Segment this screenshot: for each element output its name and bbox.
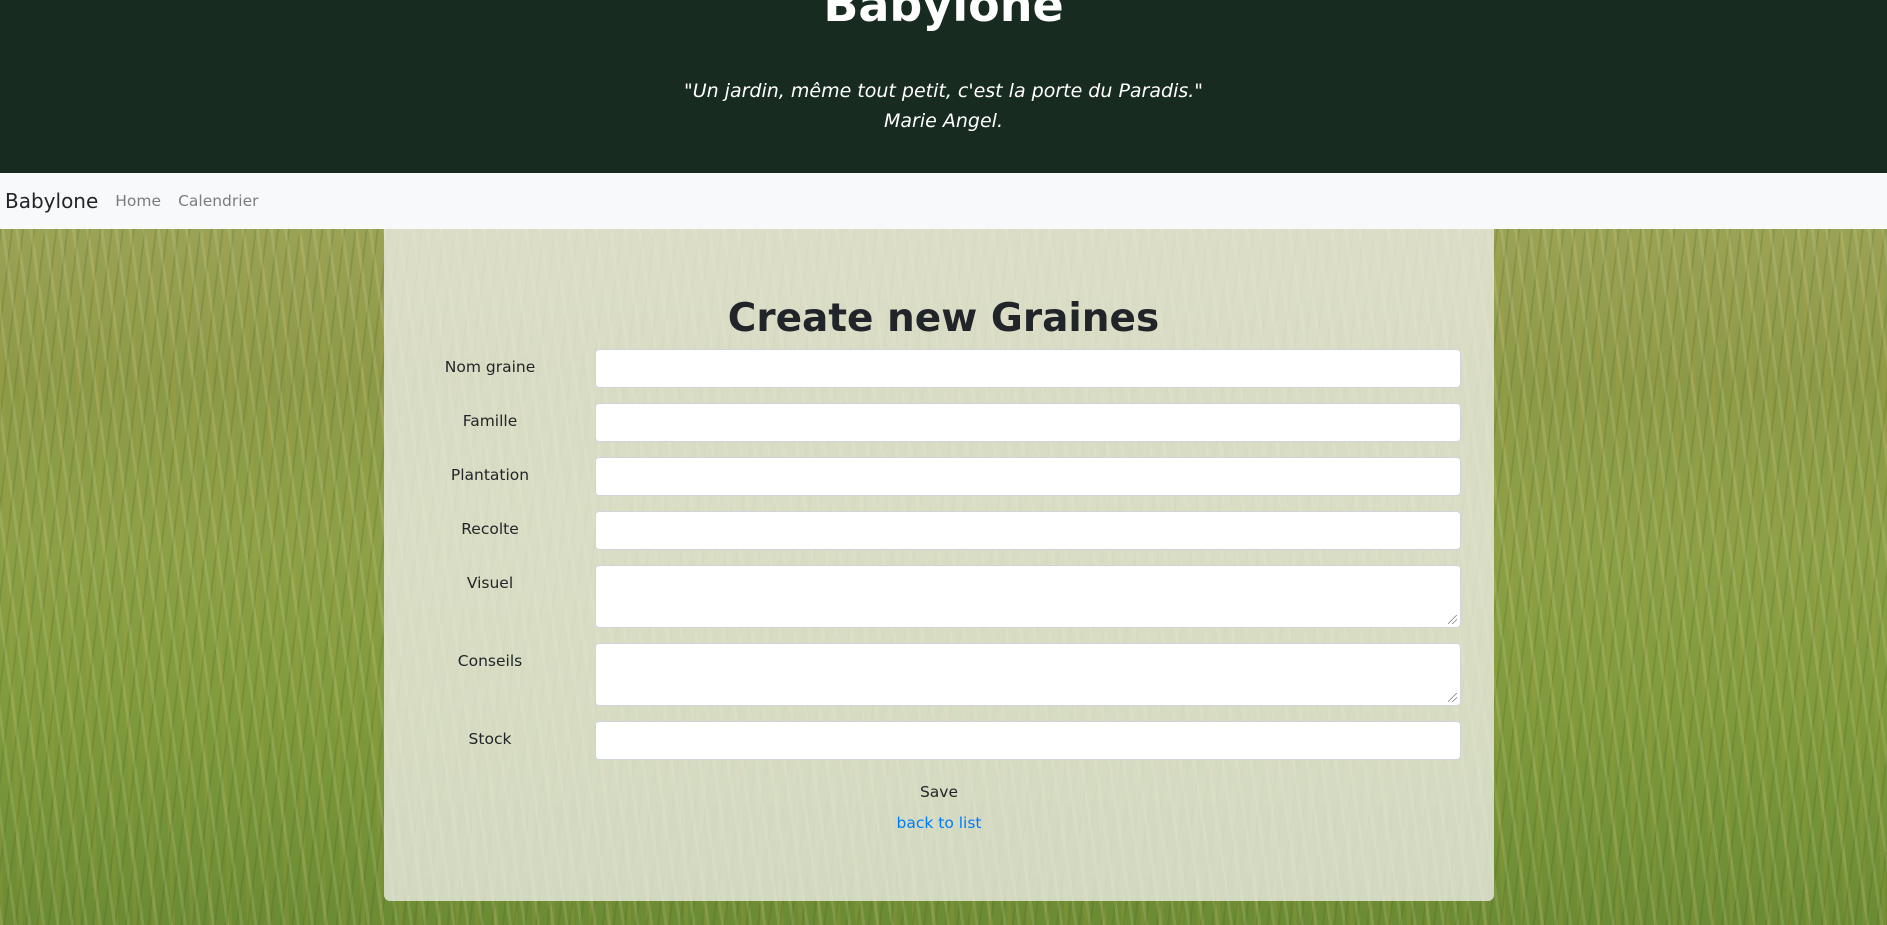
save-button[interactable]: Save: [900, 783, 978, 801]
label-visuel: Visuel: [466, 574, 514, 592]
recolte-input[interactable]: [595, 511, 1461, 550]
quote-author: Marie Angel.: [884, 110, 1003, 132]
nav-link-calendrier[interactable]: Calendrier: [178, 192, 258, 210]
quote-block: "Un jardin, même tout petit, c'est la po…: [0, 76, 1887, 136]
visuel-textarea[interactable]: [595, 565, 1461, 628]
page: Babylone "Un jardin, même tout petit, c'…: [0, 0, 1887, 925]
back-to-list-link[interactable]: back to list: [880, 814, 998, 832]
nom-graine-input[interactable]: [595, 349, 1461, 388]
plantation-input[interactable]: [595, 457, 1461, 496]
nav-link-home[interactable]: Home: [115, 192, 161, 210]
label-nom-graine: Nom graine: [444, 358, 536, 376]
label-recolte: Recolte: [461, 520, 519, 538]
stock-input[interactable]: [595, 721, 1461, 760]
navbar: Babylone Home Calendrier: [0, 173, 1887, 229]
quote-text: "Un jardin, même tout petit, c'est la po…: [683, 80, 1204, 102]
label-plantation: Plantation: [450, 466, 530, 484]
label-stock: Stock: [468, 730, 512, 748]
label-famille: Famille: [462, 412, 518, 430]
navbar-brand[interactable]: Babylone: [5, 189, 98, 213]
label-conseils: Conseils: [457, 652, 523, 670]
conseils-textarea[interactable]: [595, 643, 1461, 706]
form-title: Create new Graines: [727, 296, 1160, 341]
header-banner: Babylone "Un jardin, même tout petit, c'…: [0, 0, 1887, 173]
site-title: Babylone: [823, 0, 1064, 32]
famille-input[interactable]: [595, 403, 1461, 442]
